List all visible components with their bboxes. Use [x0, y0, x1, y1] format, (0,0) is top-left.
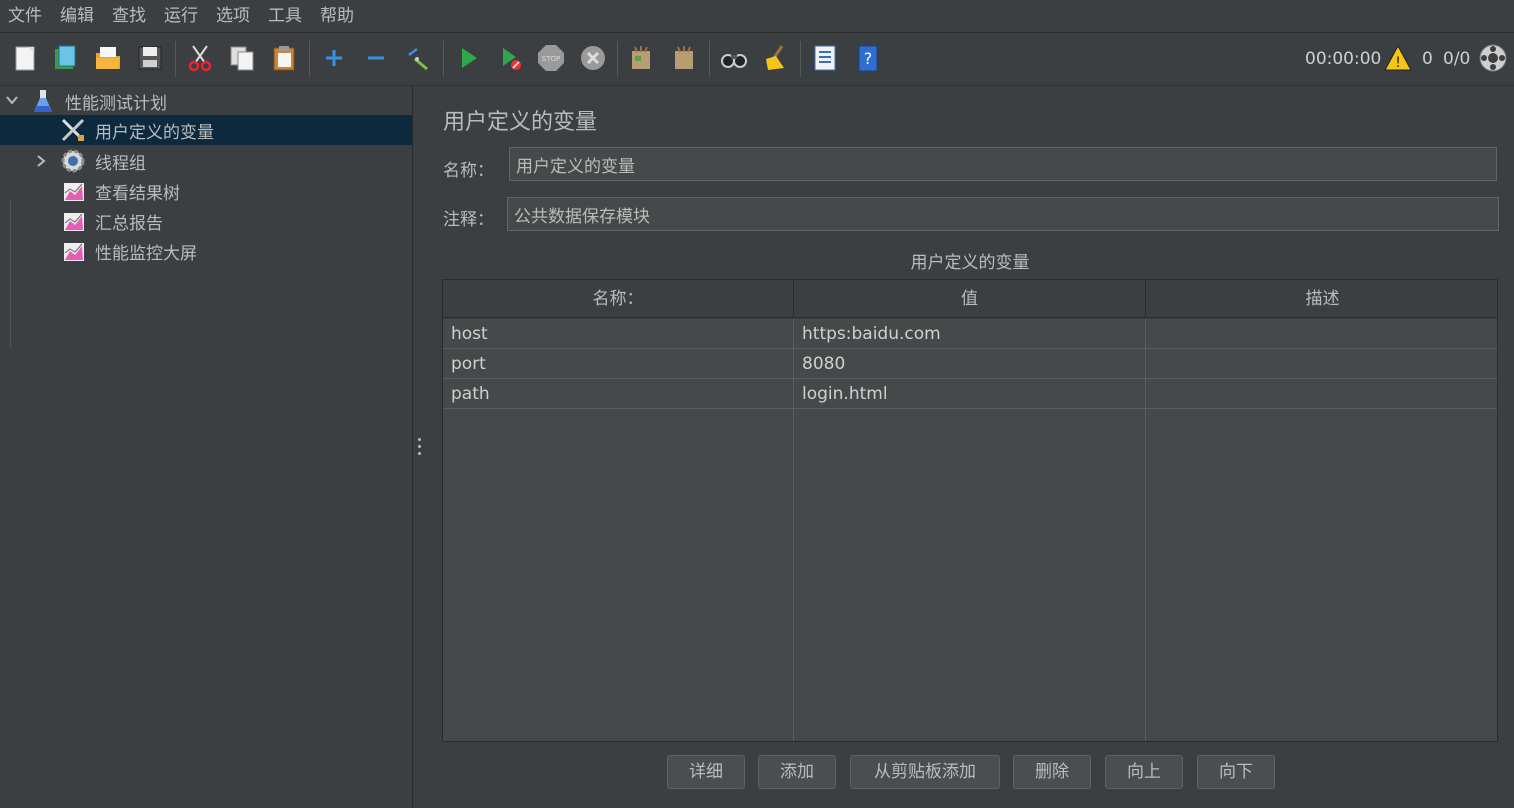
add-button[interactable]: 添加 — [758, 755, 836, 789]
menu-file[interactable]: 文件 — [0, 0, 52, 32]
templates-icon[interactable] — [48, 41, 82, 75]
toggle-icon[interactable] — [401, 41, 435, 75]
clear-all-icon[interactable] — [667, 41, 701, 75]
svg-text:?: ? — [864, 49, 873, 68]
split-pane-divider[interactable] — [412, 86, 428, 808]
cell-name[interactable]: port — [443, 349, 794, 378]
detail-button[interactable]: 详细 — [667, 755, 745, 789]
menu-options[interactable]: 选项 — [208, 0, 260, 32]
menu-help[interactable]: 帮助 — [312, 0, 364, 32]
tree-item-performance-dashboard[interactable]: 性能监控大屏 — [0, 236, 412, 266]
tree-label-thread-group: 线程组 — [95, 153, 146, 174]
menu-tools[interactable]: 工具 — [260, 0, 312, 32]
toolbar: STOP ? 00:00:00 ! 0 0/0 — [0, 33, 1514, 86]
tree-item-thread-group[interactable]: 线程组 — [0, 146, 412, 176]
table-row[interactable]: port 8080 — [443, 349, 1497, 379]
comment-label: 注释： — [443, 210, 494, 230]
cell-value[interactable]: 8080 — [794, 349, 1146, 378]
tree-label-performance-dashboard: 性能监控大屏 — [95, 243, 197, 264]
search-icon[interactable] — [717, 41, 751, 75]
test-plan-tree: 性能测试计划 用户定义的变量 线程组 查看结果树 汇总报告 性能监控大屏 — [0, 86, 412, 808]
collapse-icon[interactable] — [359, 41, 393, 75]
table-caption: 用户定义的变量 — [910, 253, 1030, 273]
menu-search[interactable]: 查找 — [104, 0, 156, 32]
cell-value[interactable]: login.html — [794, 379, 1146, 408]
thread-ratio: 0/0 — [1443, 49, 1471, 69]
svg-text:STOP: STOP — [542, 55, 560, 63]
function-helper-icon[interactable] — [808, 41, 842, 75]
tree-item-summary-report[interactable]: 汇总报告 — [0, 206, 412, 236]
cell-description[interactable] — [1146, 319, 1497, 348]
tree-label-summary-report: 汇总报告 — [95, 213, 163, 234]
add-from-clipboard-button[interactable]: 从剪贴板添加 — [850, 755, 1000, 789]
comment-field[interactable] — [507, 197, 1499, 231]
name-label: 名称： — [443, 161, 494, 181]
tree-item-test-plan[interactable]: 性能测试计划 — [0, 86, 412, 116]
user-variables-panel: 用户定义的变量 名称： 注释： 用户定义的变量 名称： 值 描述 host ht… — [427, 86, 1514, 808]
delete-button[interactable]: 删除 — [1013, 755, 1091, 789]
start-no-pause-icon[interactable] — [493, 41, 527, 75]
open-icon[interactable] — [91, 41, 125, 75]
move-down-button[interactable]: 向下 — [1197, 755, 1275, 789]
column-header-value[interactable]: 值 — [794, 280, 1146, 318]
paste-icon[interactable] — [267, 41, 301, 75]
menu-edit[interactable]: 编辑 — [52, 0, 104, 32]
reset-search-icon[interactable] — [758, 41, 792, 75]
column-header-name[interactable]: 名称： — [443, 280, 794, 318]
elapsed-timer: 00:00:00 — [1305, 49, 1382, 69]
tree-item-results-tree[interactable]: 查看结果树 — [0, 176, 412, 206]
table-row[interactable]: host https:baidu.com — [443, 319, 1497, 349]
cell-name[interactable]: path — [443, 379, 794, 408]
expand-icon[interactable] — [317, 41, 351, 75]
shutdown-icon[interactable] — [576, 41, 610, 75]
cell-description[interactable] — [1146, 379, 1497, 408]
listener-chart-icon — [62, 209, 86, 233]
svg-text:!: ! — [1395, 55, 1401, 71]
warning-count: 0 — [1422, 49, 1433, 69]
tree-label-results-tree: 查看结果树 — [95, 183, 180, 204]
start-icon[interactable] — [451, 41, 485, 75]
cell-value[interactable]: https:baidu.com — [794, 319, 1146, 348]
cut-icon[interactable] — [183, 41, 217, 75]
cell-description[interactable] — [1146, 349, 1497, 378]
flask-icon — [32, 88, 54, 114]
table-row[interactable]: path login.html — [443, 379, 1497, 409]
drag-handle-icon[interactable] — [418, 438, 422, 459]
page-title: 用户定义的变量 — [443, 110, 598, 135]
table-header: 名称： 值 描述 — [443, 280, 1497, 319]
move-up-button[interactable]: 向上 — [1105, 755, 1183, 789]
copy-icon[interactable] — [225, 41, 259, 75]
column-header-description[interactable]: 描述 — [1146, 280, 1497, 318]
clear-icon[interactable] — [624, 41, 658, 75]
name-field[interactable] — [509, 147, 1497, 181]
tree-label-user-variables: 用户定义的变量 — [95, 122, 214, 143]
tree-label-test-plan: 性能测试计划 — [65, 93, 167, 114]
listener-chart-icon — [62, 239, 86, 263]
listener-chart-icon — [62, 179, 86, 203]
menu-bar: 文件 编辑 查找 运行 选项 工具 帮助 — [0, 0, 1514, 33]
chevron-down-icon[interactable] — [4, 92, 20, 108]
save-icon[interactable] — [133, 41, 167, 75]
cell-name[interactable]: host — [443, 319, 794, 348]
warning-icon[interactable]: ! — [1380, 41, 1416, 75]
variables-table[interactable]: 名称： 值 描述 host https:baidu.com port 8080 … — [442, 279, 1498, 742]
new-icon[interactable] — [8, 41, 42, 75]
wrench-screwdriver-icon — [60, 117, 86, 143]
chevron-right-icon[interactable] — [33, 153, 49, 169]
remote-status-icon[interactable] — [1476, 41, 1510, 75]
tree-item-user-variables[interactable]: 用户定义的变量 — [0, 115, 412, 145]
gear-icon — [60, 148, 87, 175]
menu-run[interactable]: 运行 — [156, 0, 208, 32]
help-icon[interactable]: ? — [851, 41, 885, 75]
stop-icon[interactable]: STOP — [534, 41, 568, 75]
